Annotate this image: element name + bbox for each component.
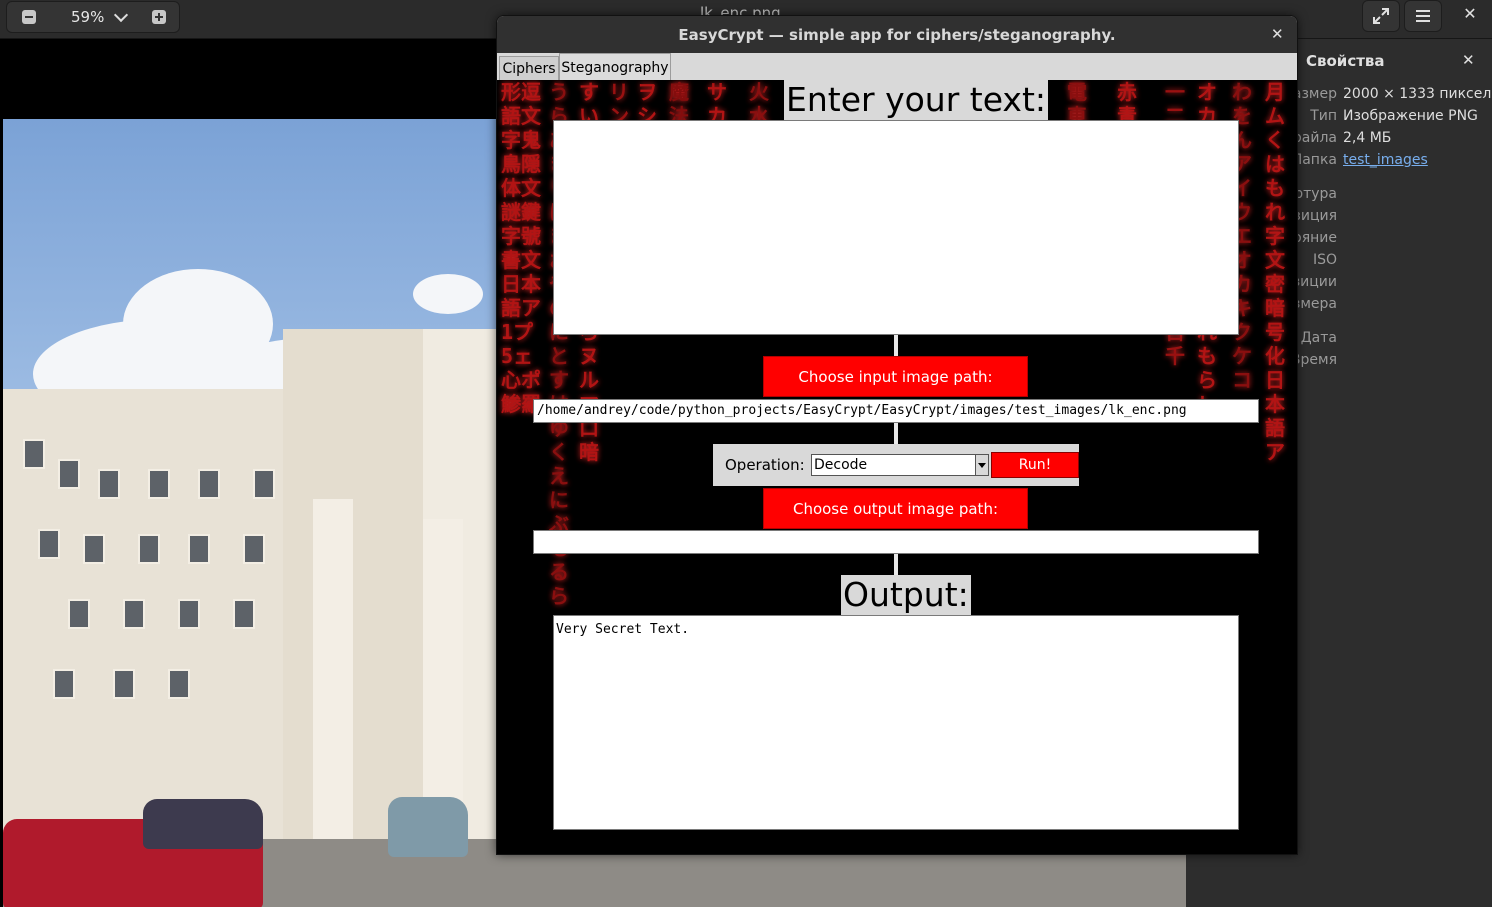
- close-icon: ✕: [1271, 25, 1284, 43]
- chevron-down-icon: [114, 7, 129, 22]
- menu-button[interactable]: [1404, 0, 1442, 32]
- operation-label: Operation:: [725, 456, 805, 474]
- folder-link[interactable]: test_images: [1343, 152, 1428, 168]
- zoom-in-icon: [152, 10, 166, 24]
- chevron-down-icon: [975, 455, 988, 475]
- output-label: Output:: [841, 575, 971, 615]
- menu-icon: [1416, 10, 1430, 22]
- fullscreen-button[interactable]: [1362, 0, 1400, 32]
- fullscreen-icon: [1373, 8, 1389, 24]
- tab-bar: Ciphers Steganography: [497, 53, 1297, 81]
- enter-text-label: Enter your text:: [784, 80, 1049, 120]
- tab-ciphers[interactable]: Ciphers: [499, 56, 559, 81]
- viewer-close-button[interactable]: ✕: [1460, 4, 1480, 24]
- run-button[interactable]: Run!: [991, 452, 1079, 478]
- zoom-out-button[interactable]: [9, 2, 49, 32]
- zoom-in-button[interactable]: [139, 2, 179, 32]
- output-text-area[interactable]: Very Secret Text.: [553, 615, 1239, 830]
- output-text: Very Secret Text.: [556, 622, 690, 637]
- close-icon: ✕: [1462, 51, 1475, 69]
- zoom-control: 59%: [6, 1, 180, 33]
- close-icon: ✕: [1463, 4, 1477, 23]
- zoom-value: 59%: [71, 8, 105, 26]
- window-title: EasyCrypt — simple app for ciphers/stega…: [678, 26, 1116, 44]
- window-close-button[interactable]: ✕: [1271, 25, 1284, 43]
- choose-output-image-button[interactable]: Choose output image path:: [763, 488, 1028, 529]
- properties-title: Свойства: [1306, 52, 1385, 70]
- input-path-field[interactable]: /home/andrey/code/python_projects/EasyCr…: [533, 399, 1259, 423]
- zoom-out-icon: [22, 10, 36, 24]
- properties-close-button[interactable]: ✕: [1462, 51, 1475, 69]
- tab-steganography[interactable]: Steganography: [559, 53, 671, 81]
- easycrypt-window: EasyCrypt — simple app for ciphers/stega…: [496, 15, 1298, 855]
- output-path-field[interactable]: [533, 530, 1259, 554]
- input-text-area[interactable]: [553, 120, 1239, 335]
- operation-value: Decode: [814, 457, 868, 473]
- operation-frame: Operation: Decode Run!: [713, 444, 1079, 486]
- matrix-rain-background: 形逗語文字鬼鳥隠体文謎鍵字號書文日本語ア1プ5ェ心ポ鯵羅: [501, 80, 541, 416]
- window-titlebar[interactable]: EasyCrypt — simple app for ciphers/stega…: [497, 16, 1297, 53]
- operation-select[interactable]: Decode: [811, 454, 989, 476]
- steganography-panel: 形逗語文字鬼鳥隠体文謎鍵字號書文日本語ア1プ5ェ心ポ鯵羅 うらあきりはまおやのに…: [497, 80, 1297, 854]
- choose-input-image-button[interactable]: Choose input image path:: [763, 356, 1028, 397]
